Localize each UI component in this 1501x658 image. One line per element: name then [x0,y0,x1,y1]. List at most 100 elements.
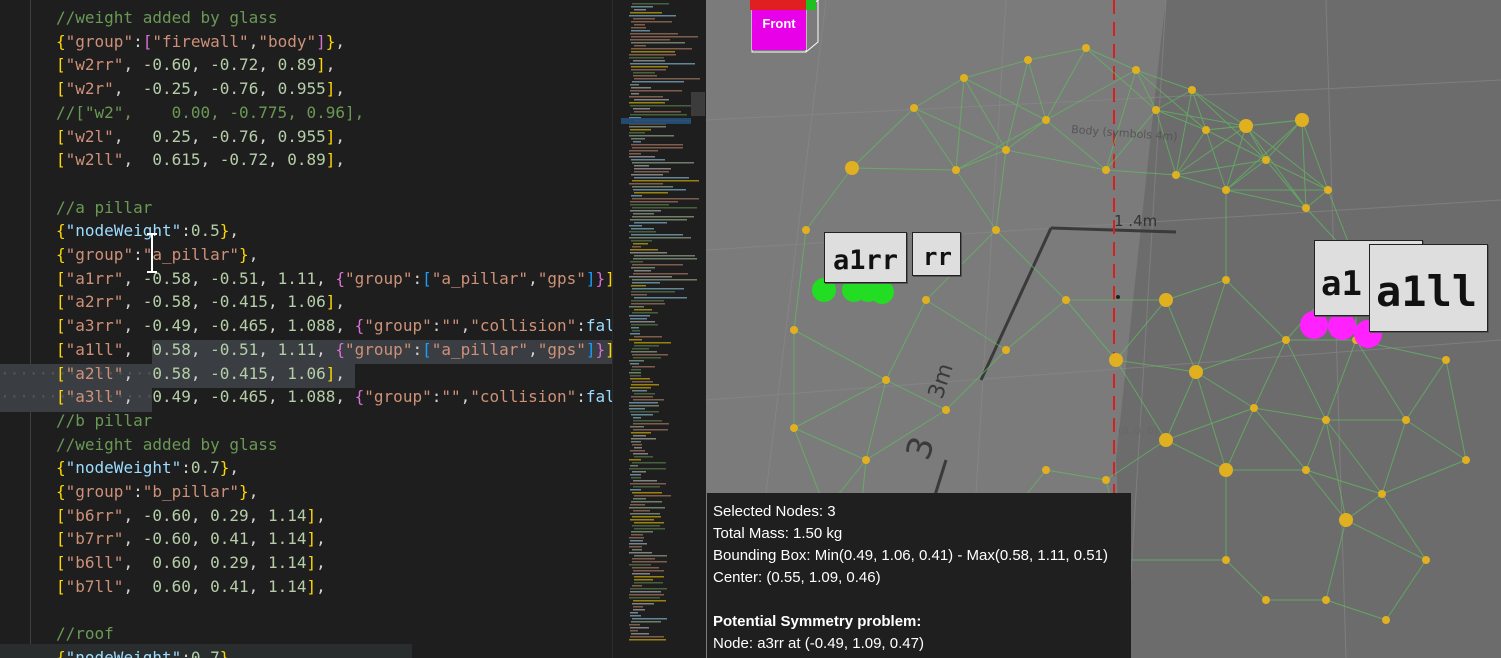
orientation-cube-front[interactable]: Front [752,10,806,50]
code-line[interactable]: ["b6rr", -0.60, 0.29, 1.14], [0,504,612,528]
code-line[interactable] [0,172,612,196]
code-line[interactable]: {"group":"b_pillar"}, [0,480,612,504]
node[interactable] [1132,66,1140,74]
node[interactable] [1295,113,1309,127]
node[interactable] [802,226,810,234]
node[interactable] [1222,276,1230,284]
minimap-line [634,192,668,194]
node[interactable] [1302,466,1310,474]
node[interactable] [1024,56,1032,64]
node[interactable] [1002,146,1010,154]
code-line[interactable]: ["b7rr", -0.60, 0.41, 1.14], [0,527,612,551]
code-line[interactable]: ["w2ll", 0.615, -0.72, 0.89], [0,148,612,172]
node[interactable] [1062,296,1070,304]
node[interactable] [1324,186,1332,194]
node[interactable] [960,74,968,82]
node[interactable] [1422,556,1430,564]
node[interactable] [1378,490,1386,498]
cube-top-face [750,0,808,10]
code-line[interactable]: {"nodeWeight":0.5}, [0,219,612,243]
minimap-scroll-thumb[interactable] [691,92,705,116]
node[interactable] [992,226,1000,234]
node[interactable] [1109,353,1123,367]
minimap-line [630,219,687,221]
code-token: , [335,316,355,336]
code-line[interactable]: //weight added by glass [0,433,612,457]
code-line[interactable]: {"nodeWeight":0.7} [0,646,612,658]
minimap-line [631,195,642,197]
node[interactable] [1159,433,1173,447]
code-line[interactable]: ["w2rr", -0.60, -0.72, 0.89], [0,53,612,77]
code-line[interactable]: //["w2", 0.00, -0.775, 0.96], [0,101,612,125]
node[interactable] [845,161,859,175]
node[interactable] [1102,476,1110,484]
node[interactable] [942,406,950,414]
code-line[interactable]: //weight added by glass [0,6,612,30]
code-line[interactable]: ················· ["a3ll", 0.49, -0.465, … [0,385,612,409]
node[interactable] [1042,116,1050,124]
node[interactable] [952,166,960,174]
code-line[interactable]: //b pillar [0,409,612,433]
node[interactable] [1042,466,1050,474]
node[interactable] [1172,171,1180,179]
code-line[interactable]: ["b7ll", 0.60, 0.41, 1.14], [0,575,612,599]
node[interactable] [1222,556,1230,564]
node[interactable] [1282,336,1290,344]
code-line[interactable]: ["w2r", -0.25, -0.76, 0.955], [0,77,612,101]
node[interactable] [790,424,798,432]
code-line[interactable] [0,599,612,623]
code-line[interactable]: ["a2rr", -0.58, -0.415, 1.06], [0,290,612,314]
code-line[interactable]: {"group":"a_pillar"}, [0,243,612,267]
node[interactable] [1159,293,1173,307]
node[interactable] [882,376,890,384]
node[interactable] [1002,346,1010,354]
node[interactable] [1322,596,1330,604]
node[interactable] [1152,106,1160,114]
node[interactable] [1262,596,1270,604]
node[interactable] [1462,456,1470,464]
node[interactable] [1339,513,1353,527]
node[interactable] [1082,44,1090,52]
node[interactable] [1188,86,1196,94]
node[interactable] [1402,416,1410,424]
node[interactable] [1262,156,1270,164]
node[interactable] [1202,126,1210,134]
node[interactable] [910,104,918,112]
code-line[interactable]: ["a1rr", -0.58, -0.51, 1.11, {"group":["… [0,267,612,291]
node[interactable] [1222,186,1230,194]
node[interactable] [862,456,870,464]
node[interactable] [1189,365,1203,379]
code-token: : [431,387,442,407]
minimap-line [631,48,692,50]
code-line[interactable]: {"nodeWeight":0.7}, [0,456,612,480]
minimap-selection [621,118,691,124]
code-token: } [325,31,336,51]
node[interactable] [1102,166,1110,174]
node[interactable] [1382,616,1390,624]
node[interactable] [790,326,798,334]
code-line[interactable]: ["a1ll", 0.58, -0.51, 1.11, {"group":["a… [0,338,612,362]
code-token: "group" [65,482,134,501]
node[interactable] [1239,119,1253,133]
node[interactable] [1302,204,1310,212]
code-line[interactable]: //roof [0,622,612,646]
node[interactable] [1219,463,1233,477]
minimap[interactable] [612,0,707,658]
code-line[interactable]: ["w2l", 0.25, -0.76, 0.955], [0,125,612,149]
code-line[interactable]: ················· ["a2ll", 0.58, -0.415, … [0,362,612,386]
3d-viewport[interactable]: 1 .4m Body (symbols 4m) 3m 3 (0, 0, 0) F… [706,0,1501,658]
selected-node[interactable] [870,280,894,304]
node[interactable] [1442,356,1450,364]
node[interactable] [1322,416,1330,424]
code-line[interactable]: ["b6ll", 0.60, 0.29, 1.14], [0,551,612,575]
minimap-line [632,282,660,284]
code-editor[interactable]: //weight added by glass {"group":["firewa… [0,0,612,658]
selected-node[interactable] [1328,312,1356,340]
code-line[interactable]: //a pillar [0,196,612,220]
minimap-line [631,432,651,434]
minimap-line [634,447,642,449]
code-line[interactable]: ["a3rr", -0.49, -0.465, 1.088, {"group":… [0,314,612,338]
node[interactable] [922,296,930,304]
node[interactable] [1250,404,1258,412]
code-line[interactable]: {"group":["firewall","body"]}, [0,30,612,54]
